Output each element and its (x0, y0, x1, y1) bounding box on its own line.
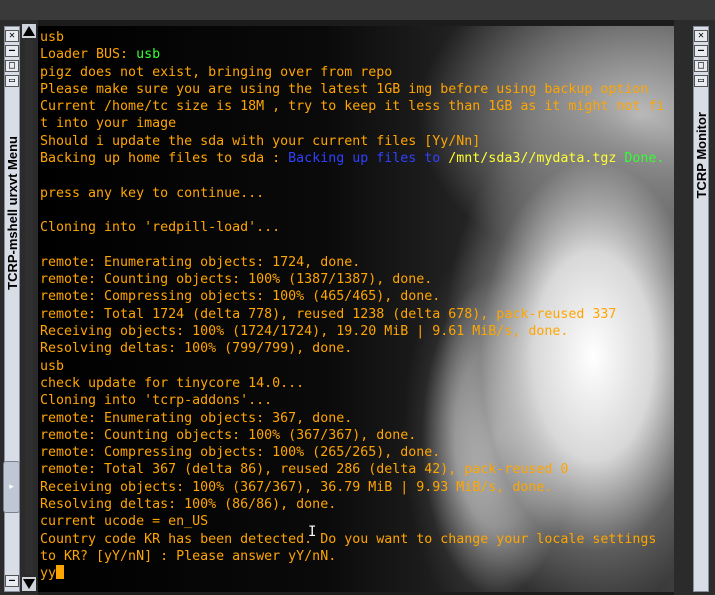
terminal-line: remote: Total 1724 (delta 778), reused 1… (40, 306, 617, 322)
minimize-icon[interactable]: – (5, 45, 19, 57)
terminal-line: remote: Counting objects: 100% (367/367)… (40, 427, 417, 443)
terminal-line: Loader BUS: usb (40, 47, 161, 63)
terminal-line: Receiving objects: 100% (1724/1724), 19.… (40, 324, 569, 340)
right-close-icon[interactable]: ✕ (694, 30, 708, 42)
terminal-line: usb (40, 358, 65, 374)
terminal-line: Receiving objects: 100% (367/367), 36.79… (40, 479, 553, 495)
terminal-line: Please make sure you are using the lates… (40, 81, 649, 97)
terminal-area[interactable]: usb Loader BUS: usb pigz does not exist, b… (38, 26, 674, 592)
right-minimize-icon[interactable]: – (694, 45, 708, 57)
terminal-line: remote: Compressing objects: 100% (465/4… (40, 289, 441, 305)
terminal-line: remote: Compressing objects: 100% (265/2… (40, 445, 441, 461)
terminal-line: remote: Enumerating objects: 367, done. (40, 410, 353, 426)
terminal-line: t into your image (40, 116, 177, 132)
terminal-line: remote: Enumerating objects: 1724, done. (40, 254, 361, 270)
text-cursor (56, 565, 65, 580)
terminal-line: Current /home/tc size is 18M , try to ke… (40, 99, 665, 115)
terminal-line: check update for tinycore 14.0... (40, 375, 305, 391)
right-maximize-icon[interactable]: □ (694, 60, 708, 72)
terminal-line: remote: Total 367 (delta 86), reused 286… (40, 462, 569, 478)
scrollbar-track[interactable] (25, 40, 33, 574)
terminal-line: Resolving deltas: 100% (86/86), done. (40, 497, 337, 513)
terminal-line: remote: Counting objects: 100% (1387/138… (40, 272, 433, 288)
right-window-title-text: TCRP Monitor (693, 111, 709, 199)
right-window-title: TCRP Monitor (693, 100, 709, 210)
terminal-input-line[interactable]: yy (40, 565, 664, 582)
terminal-line: to KR? [yY/nN] : Please answer yY/nN. (40, 548, 337, 564)
terminal-line: Should i update the sda with your curren… (40, 133, 481, 149)
terminal-line: Country code KR has been detected. Do yo… (40, 531, 657, 547)
maximize-icon[interactable]: □ (5, 60, 19, 72)
terminal-line: Cloning into 'redpill-load'... (40, 220, 281, 236)
right-restore-icon[interactable]: ▭ (694, 75, 708, 87)
expand-tab-icon[interactable]: ▸ (3, 461, 20, 513)
terminal-output: usb Loader BUS: usb pigz does not exist, b… (40, 29, 664, 583)
scroll-up-arrow-icon[interactable] (22, 24, 36, 38)
close-icon[interactable]: ✕ (5, 30, 19, 42)
terminal-line: Resolving deltas: 100% (799/799), done. (40, 341, 353, 357)
terminal-line: Backing up home files to sda : Backing u… (40, 151, 665, 167)
left-window-title-text: TCRP-mshell urxvt Menu (4, 136, 20, 290)
terminal-line: press any key to continue... (40, 185, 265, 201)
restore-icon[interactable]: ▭ (5, 75, 19, 87)
scroll-down-arrow-icon[interactable] (22, 577, 36, 591)
terminal-input-text[interactable]: yy (40, 566, 56, 581)
terminal-line: usb (40, 30, 65, 45)
top-panel (0, 0, 715, 20)
window-bottom-minimize-icon[interactable]: – (5, 575, 19, 587)
terminal-line: Cloning into 'tcrp-addons'... (40, 393, 273, 409)
terminal-line: current ucode = en_US (40, 514, 209, 530)
left-window-title: TCRP-mshell urxvt Menu (4, 128, 20, 298)
ibeam-pointer-icon: I (308, 524, 317, 540)
terminal-line: pigz does not exist, bringing over from … (40, 64, 393, 80)
